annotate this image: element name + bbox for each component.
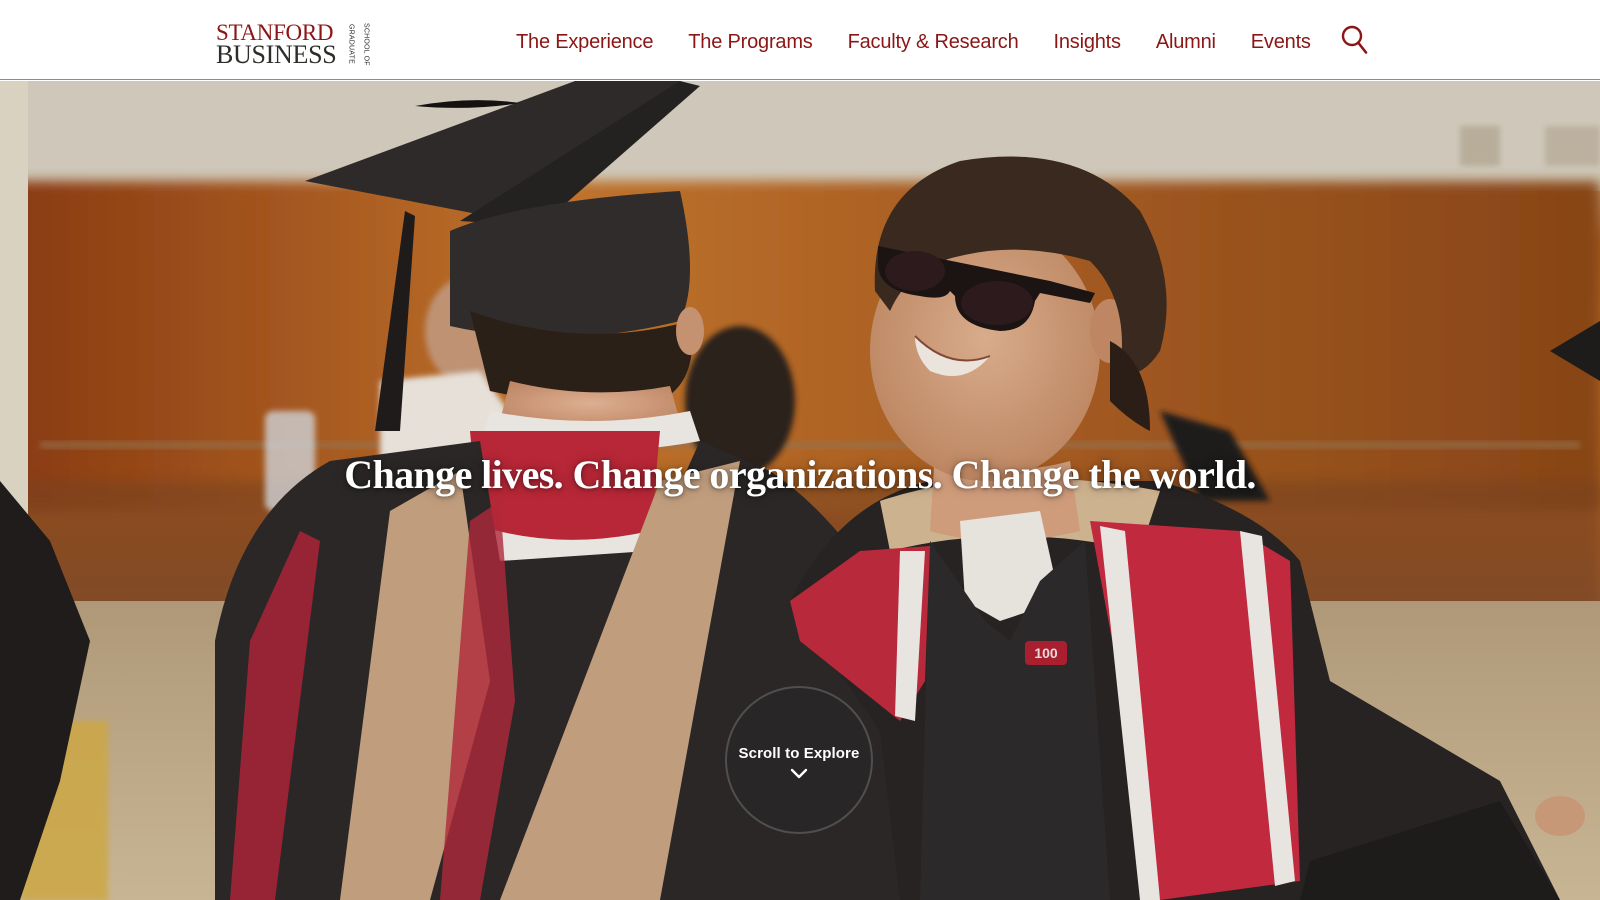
nav-item-the-experience[interactable]: The Experience: [516, 31, 653, 54]
hero-section: 100 Change lives. Change organizations. …: [0, 81, 1600, 900]
hero-tagline: Change lives. Change organizations. Chan…: [344, 452, 1256, 497]
logo-wordmark: STANFORD BUSINESS: [216, 21, 337, 69]
search-button[interactable]: [1340, 24, 1370, 56]
search-icon: [1341, 25, 1368, 54]
site-header: STANFORD BUSINESS GRADUATE SCHOOL OF The…: [0, 0, 1600, 80]
logo-side-text: GRADUATE SCHOOL OF: [338, 21, 370, 67]
nav-item-faculty-research[interactable]: Faculty & Research: [848, 31, 1019, 54]
scroll-to-explore-button[interactable]: Scroll to Explore: [725, 686, 873, 834]
nav-item-the-programs[interactable]: The Programs: [688, 31, 813, 54]
nav-item-events[interactable]: Events: [1251, 31, 1311, 54]
logo-line-business: BUSINESS: [216, 39, 337, 69]
logo-side-graduate: GRADUATE: [347, 24, 355, 64]
scroll-to-explore-label: Scroll to Explore: [738, 744, 860, 762]
main-nav: The Experience The Programs Faculty & Re…: [516, 28, 1311, 56]
nav-item-insights[interactable]: Insights: [1054, 31, 1122, 54]
logo-side-school-of: SCHOOL OF: [362, 22, 370, 66]
nav-item-alumni[interactable]: Alumni: [1156, 31, 1216, 54]
stanford-gsb-logo[interactable]: STANFORD BUSINESS GRADUATE SCHOOL OF: [216, 20, 370, 69]
chevron-down-icon: [790, 768, 808, 778]
